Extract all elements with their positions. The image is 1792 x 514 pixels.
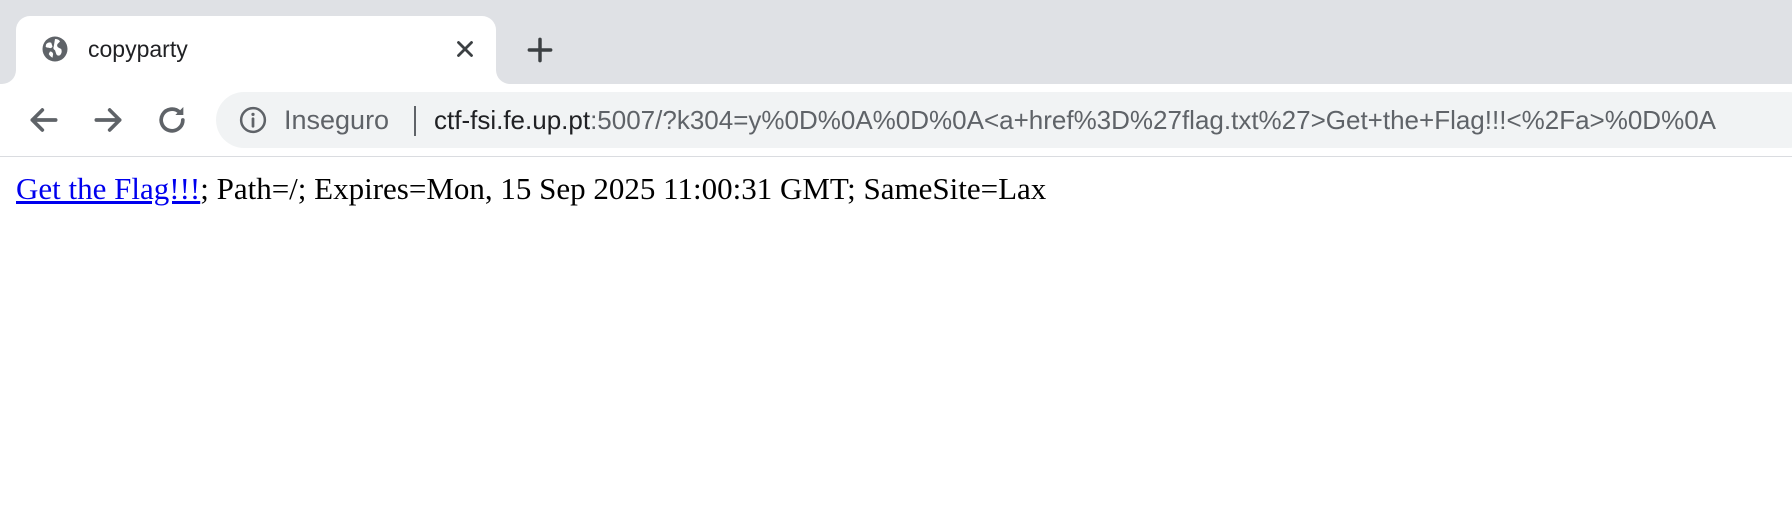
browser-window: copyparty Inseguro ctf-fsi.fe.up.pt:5007…: [0, 0, 1792, 514]
url-text[interactable]: ctf-fsi.fe.up.pt:5007/?k304=y%0D%0A%0D%0…: [434, 105, 1716, 135]
url-host: ctf-fsi.fe.up.pt: [434, 105, 591, 135]
reload-icon[interactable]: [152, 100, 192, 140]
info-icon[interactable]: [238, 105, 268, 135]
close-icon[interactable]: [452, 36, 478, 62]
address-bar[interactable]: Inseguro ctf-fsi.fe.up.pt:5007/?k304=y%0…: [216, 92, 1792, 148]
cookie-trailing-text: ; Path=/; Expires=Mon, 15 Sep 2025 11:00…: [200, 171, 1047, 206]
browser-toolbar: Inseguro ctf-fsi.fe.up.pt:5007/?k304=y%0…: [0, 84, 1792, 157]
arrow-left-icon[interactable]: [24, 100, 64, 140]
plus-icon[interactable]: [524, 34, 556, 66]
url-path: :5007/?k304=y%0D%0A%0D%0A<a+href%3D%27fl…: [590, 105, 1716, 135]
page-viewport: Get the Flag!!!; Path=/; Expires=Mon, 15…: [0, 157, 1792, 514]
tab-strip: copyparty: [0, 0, 1792, 84]
globe-icon: [42, 36, 68, 62]
page-body-text: Get the Flag!!!; Path=/; Expires=Mon, 15…: [16, 169, 1046, 209]
arrow-right-icon[interactable]: [88, 100, 128, 140]
tab-title: copyparty: [88, 36, 188, 62]
omnibox-divider: [414, 106, 416, 136]
security-status-label[interactable]: Inseguro: [284, 105, 389, 135]
get-flag-link[interactable]: Get the Flag!!!: [16, 171, 200, 206]
tab-copyparty[interactable]: copyparty: [16, 16, 496, 84]
